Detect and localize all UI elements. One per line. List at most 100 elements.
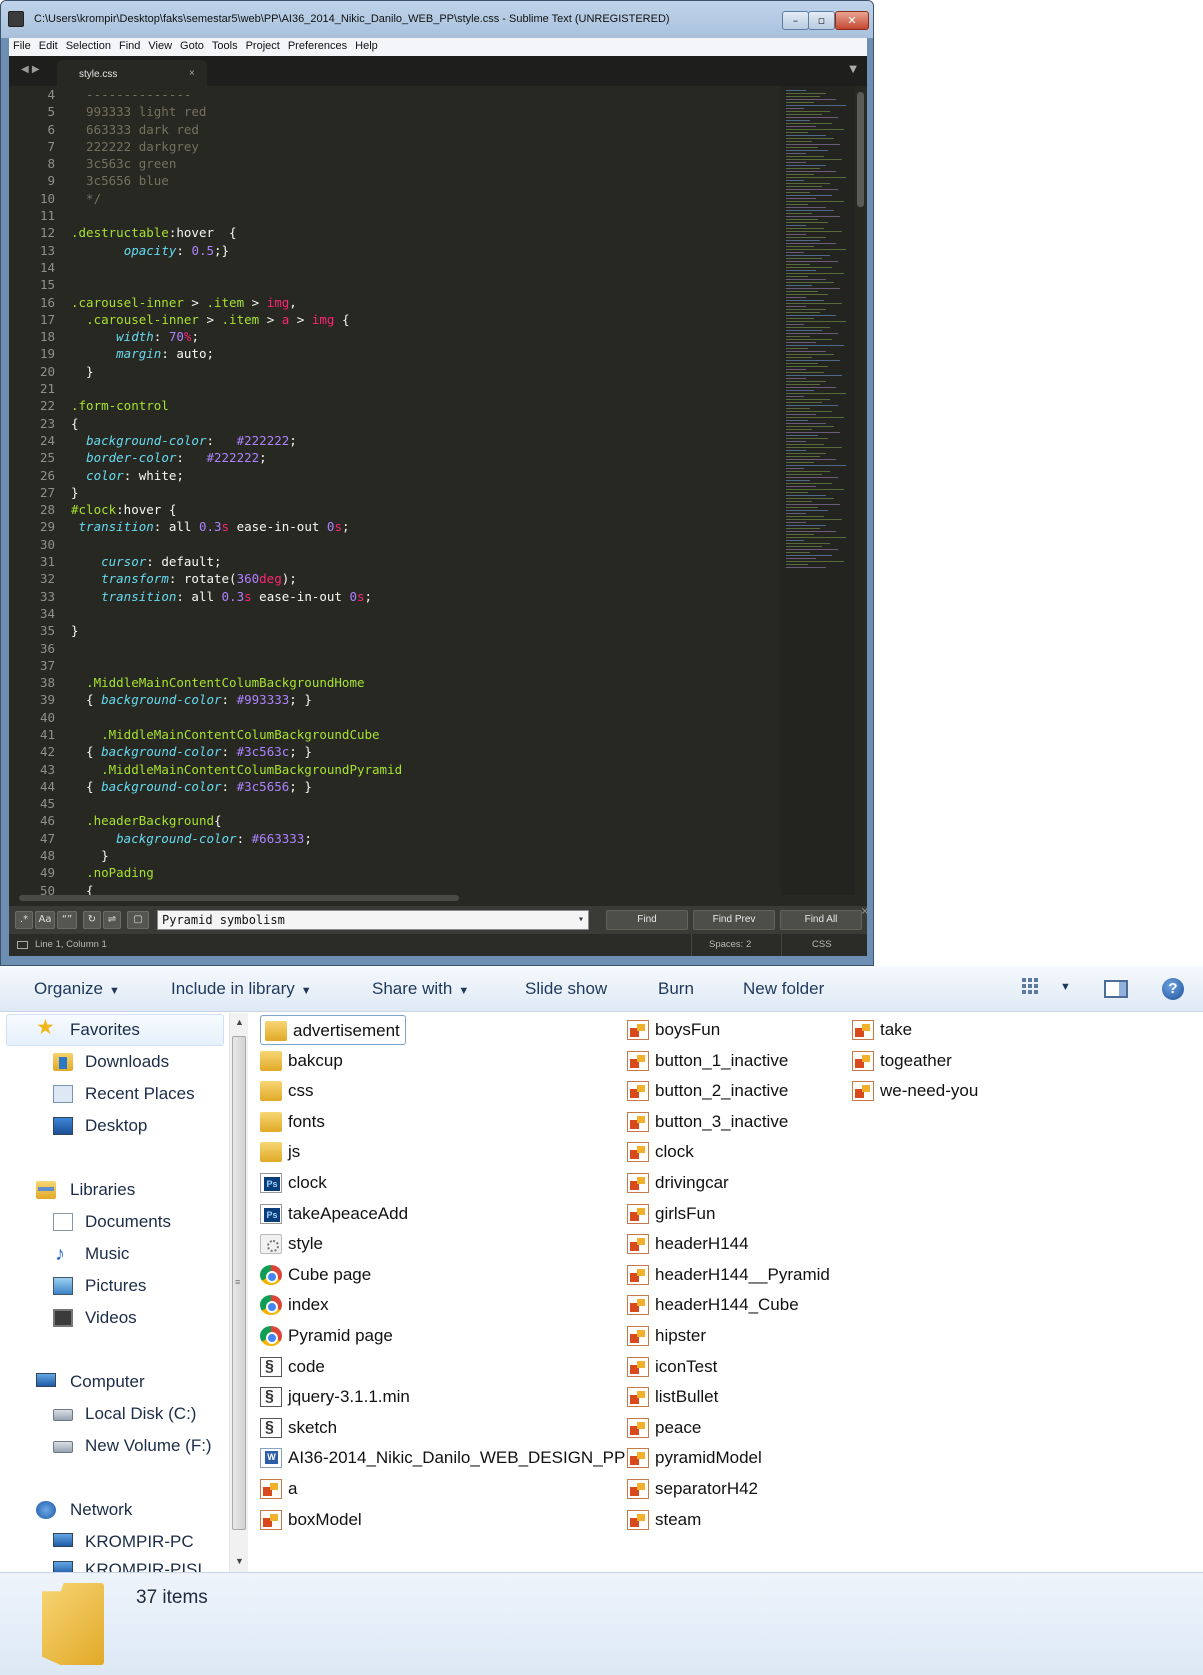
file-name: peace (655, 1417, 702, 1437)
image-file-icon (627, 1326, 649, 1346)
code-line: .carousel-inner > .item > img, (71, 294, 297, 310)
line-number: 14 (39, 259, 55, 275)
file-name: iconTest (655, 1356, 718, 1376)
minimap-line (786, 243, 836, 244)
menu-edit[interactable]: Edit (35, 38, 62, 52)
line-number: 33 (39, 588, 55, 604)
indentation-setting[interactable]: Spaces: 2 (709, 934, 751, 956)
menu-tools[interactable]: Tools (208, 38, 242, 52)
burn-button[interactable]: Burn (658, 979, 694, 999)
code-editor[interactable]: 4 5 6 7 8 9 10 11 12 13 14 15 16 17 18 19 20 21 22 23 24 25 26… (9, 86, 867, 906)
help-icon[interactable]: ? (1162, 978, 1184, 1000)
minimap-line (786, 555, 832, 556)
image-file-icon (627, 1081, 649, 1102)
minimap-line (786, 210, 834, 211)
menu-preferences[interactable]: Preferences (284, 38, 351, 52)
find-input[interactable]: Pyramid symbolism ▾ (157, 910, 589, 930)
menu-project[interactable]: Project (242, 38, 284, 52)
menu-view[interactable]: View (144, 38, 176, 52)
image-file-icon (260, 1509, 282, 1530)
maximize-button[interactable]: ▫ (808, 11, 835, 30)
minimap-line (786, 531, 836, 532)
photoshop-file-icon (260, 1173, 282, 1193)
css-file-icon (260, 1234, 282, 1255)
line-number: 10 (39, 190, 55, 206)
menu-selection[interactable]: Selection (62, 38, 115, 52)
code-area[interactable]: -------------- 993333 light red 663333 d… (71, 86, 781, 895)
whole-word-toggle[interactable]: “” (57, 911, 77, 929)
vertical-scrollbar[interactable] (857, 92, 864, 207)
find-history-dropdown-icon[interactable]: ▾ (578, 911, 584, 929)
slide-show-button[interactable]: Slide show (525, 979, 607, 999)
minimap-line (786, 201, 844, 202)
tab-close-icon[interactable]: × (189, 68, 195, 79)
minimize-button[interactable]: – (782, 11, 809, 30)
title-bar[interactable]: C:\Users\krompir\Desktop\faks\semestar5\… (1, 1, 873, 38)
minimap-line (786, 426, 834, 427)
image-file-icon (627, 1111, 649, 1132)
scroll-down-icon[interactable]: ▼ (235, 1556, 244, 1566)
image-file-icon (627, 1234, 649, 1255)
line-number-gutter: 4 5 6 7 8 9 10 11 12 13 14 15 16 17 18 19 20 21 22 23 24 25 26… (9, 86, 61, 895)
regex-toggle[interactable]: .* (15, 911, 33, 929)
new-folder-button[interactable]: New folder (743, 979, 824, 999)
tab-nav-arrows[interactable]: ◀ ▶ (21, 64, 40, 75)
view-options-icon[interactable] (1022, 978, 1044, 998)
line-number: 27 (39, 484, 55, 500)
minimap-line (786, 549, 838, 550)
wrap-icon[interactable]: ↻ (83, 911, 101, 929)
scroll-up-icon[interactable]: ▲ (235, 1017, 244, 1027)
code-line: border-color: #222222; (86, 450, 267, 466)
syntax-setting[interactable]: CSS (812, 934, 832, 956)
preview-pane-icon[interactable] (1104, 980, 1128, 998)
file-name: girlsFun (655, 1203, 716, 1223)
in-selection-icon[interactable]: ⇌ (103, 911, 121, 929)
chrome-html-icon (260, 1295, 282, 1316)
minimap-line (786, 417, 844, 418)
line-number: 13 (39, 242, 55, 258)
menu-find[interactable]: Find (115, 38, 144, 52)
tab-style-css[interactable]: style.css × (57, 60, 207, 86)
nav-label: Downloads (85, 1052, 170, 1071)
minimap-line (786, 387, 836, 388)
menu-help[interactable]: Help (351, 38, 382, 52)
minimap-line (786, 378, 806, 379)
include-in-library-button[interactable]: Include in library ▼ (171, 979, 312, 999)
code-line: color: white; (86, 467, 184, 483)
highlight-matches-icon[interactable]: ▢ (127, 911, 149, 929)
horizontal-scrollbar[interactable] (19, 895, 459, 901)
minimap-line (786, 495, 826, 496)
organize-button[interactable]: Organize ▼ (34, 979, 120, 999)
view-options-dropdown-icon[interactable]: ▼ (1060, 981, 1071, 993)
find-prev-button[interactable]: Find Prev (693, 910, 775, 930)
file-item[interactable]: advertisement (260, 1015, 406, 1045)
find-input-value: Pyramid symbolism (162, 913, 285, 927)
share-with-button[interactable]: Share with ▼ (372, 979, 469, 999)
find-button[interactable]: Find (606, 910, 688, 930)
music-note-icon: ♪ (55, 1243, 65, 1265)
minimap-line (786, 447, 842, 448)
code-line: .destructable:hover { (71, 225, 237, 241)
sublime-window: C:\Users\krompir\Desktop\faks\semestar5\… (0, 0, 874, 966)
minimap-line (786, 483, 832, 484)
minimap[interactable] (781, 86, 855, 895)
find-all-button[interactable]: Find All (780, 910, 862, 930)
line-number: 39 (39, 692, 55, 708)
case-toggle[interactable]: Aa (35, 911, 55, 929)
minimap-line (786, 360, 840, 361)
menu-file[interactable]: File (9, 38, 35, 52)
minimap-line (786, 471, 830, 472)
panel-toggle-icon[interactable] (17, 941, 28, 949)
minimap-line (786, 552, 810, 553)
close-button[interactable]: ✕ (835, 11, 869, 30)
nav-scrollbar[interactable]: ▲ ≡ ▼ (229, 1013, 248, 1572)
file-name: hipster (655, 1326, 707, 1345)
tab-menu-icon[interactable]: ▼ (849, 64, 857, 75)
find-close-icon[interactable]: × (861, 906, 869, 917)
file-name: togeather (880, 1050, 952, 1070)
minimap-line (786, 294, 828, 295)
menu-goto[interactable]: Goto (176, 38, 208, 52)
